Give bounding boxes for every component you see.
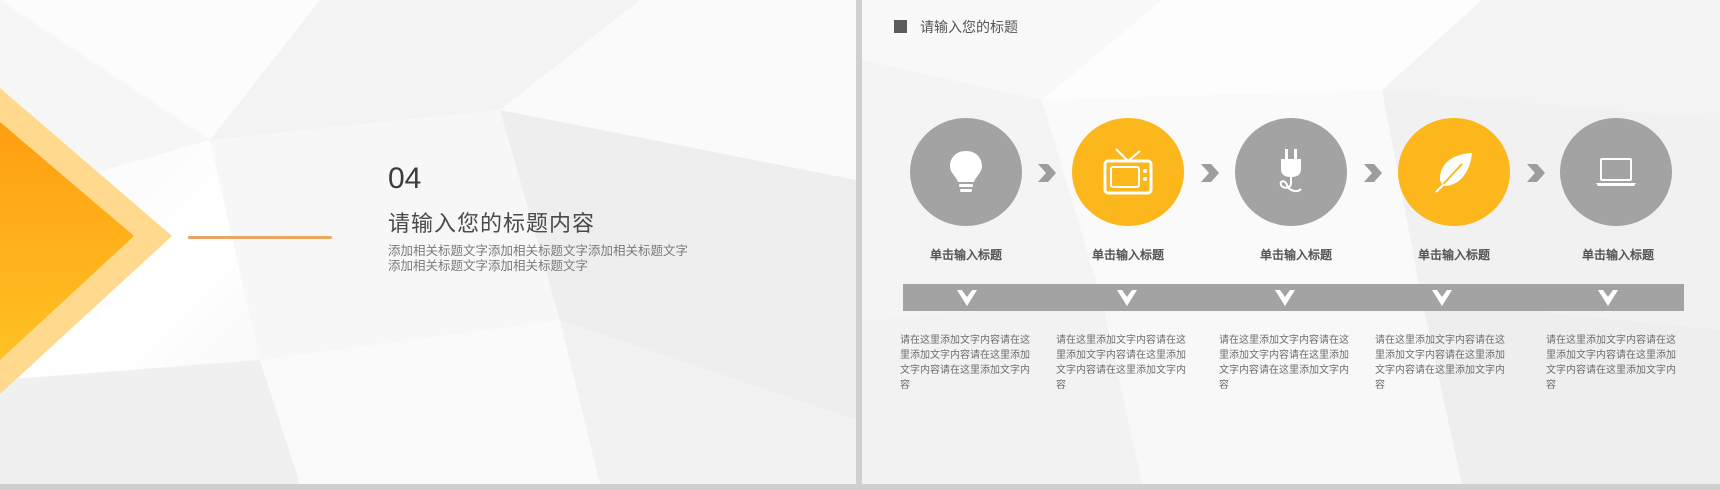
step-3-description: 请在这里添加文字内容请在这里添加文字内容请在这里添加文字内容请在这里添加文字内容 [1219, 335, 1349, 391]
step-5-circle [1560, 118, 1672, 226]
step-4-label: 单击输入标题 [1417, 248, 1490, 262]
header-marker [894, 20, 907, 33]
chevron-right-icon [1201, 164, 1219, 182]
step-3-circle [1235, 118, 1347, 226]
leaf-icon [1435, 153, 1472, 193]
chevron-right-icon [1038, 164, 1056, 182]
step-1-circle [910, 118, 1022, 226]
step-1-label: 单击输入标题 [929, 248, 1002, 262]
chevron-down-icon [1275, 290, 1295, 306]
step-2-label: 单击输入标题 [1091, 248, 1164, 262]
section-number: 04 [388, 162, 422, 195]
section-slide: 04 请输入您的标题内容 添加相关标题文字添加相关标题文字添加相关标题文字添加相… [0, 0, 856, 484]
accent-line [188, 236, 332, 239]
section-title: 请输入您的标题内容 [388, 212, 596, 237]
chevron-down-icon [957, 290, 977, 306]
step-5-description: 请在这里添加文字内容请在这里添加文字内容请在这里添加文字内容请在这里添加文字内容 [1546, 335, 1676, 391]
arrow-triangle-decoration [0, 88, 172, 394]
header-title: 请输入您的标题 [920, 20, 1018, 36]
section-subtitle: 添加相关标题文字添加相关标题文字添加相关标题文字添加相关标题文字添加相关标题文字 [388, 243, 689, 273]
chevron-right-icon [1364, 164, 1382, 182]
step-1-description: 请在这里添加文字内容请在这里添加文字内容请在这里添加文字内容请在这里添加文字内容 [900, 335, 1030, 391]
plug-icon [1279, 149, 1302, 193]
chevron-down-icon [1598, 290, 1618, 306]
tv-icon [1103, 148, 1153, 195]
step-5-label: 单击输入标题 [1581, 248, 1654, 262]
step-2-circle [1072, 118, 1184, 226]
polygon-background [862, 0, 1720, 484]
step-2-description: 请在这里添加文字内容请在这里添加文字内容请在这里添加文字内容请在这里添加文字内容 [1056, 335, 1186, 391]
laptop-icon [1596, 158, 1636, 186]
chevron-right-icon [1527, 164, 1545, 182]
step-3-label: 单击输入标题 [1259, 248, 1332, 262]
step-4-circle [1398, 118, 1510, 226]
chevron-down-icon [1432, 290, 1452, 306]
lightbulb-icon [950, 151, 982, 192]
process-slide: 请输入您的标题 单击输入标题 单击输入标题 单击输入标题 单击输入标题 单击输入… [862, 0, 1720, 484]
chevron-down-icon [1117, 290, 1137, 306]
step-4-description: 请在这里添加文字内容请在这里添加文字内容请在这里添加文字内容请在这里添加文字内容 [1375, 335, 1505, 391]
